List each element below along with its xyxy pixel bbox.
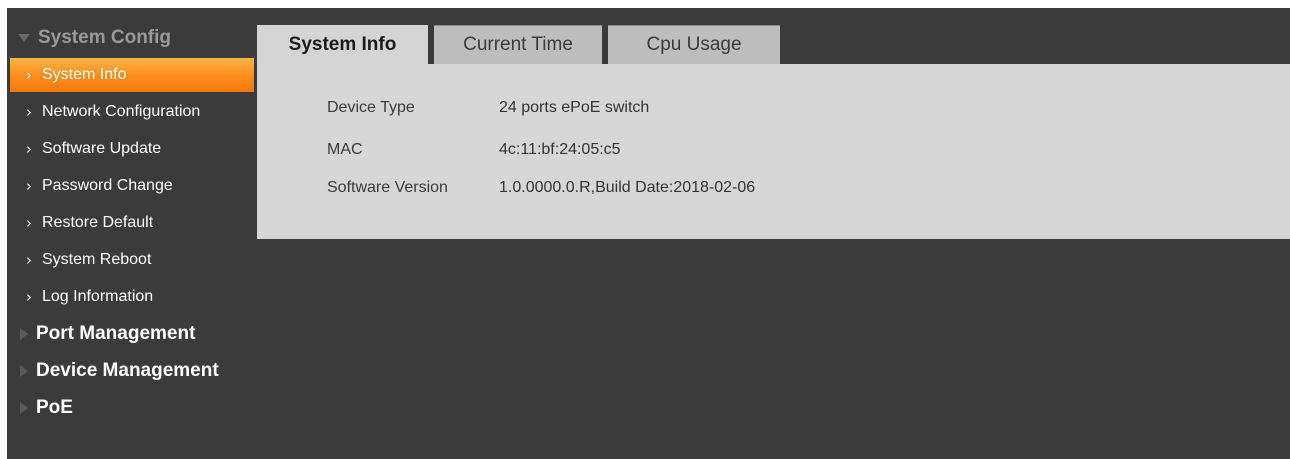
chevron-right-icon: › <box>26 139 32 158</box>
info-row-device-type: Device Type 24 ports ePoE switch <box>327 96 649 120</box>
chevron-right-icon: › <box>26 66 32 84</box>
sidebar-group-label: System Config <box>38 27 172 48</box>
device-type-value: 24 ports ePoE switch <box>499 99 650 116</box>
sidebar-item-label: Network Configuration <box>42 102 201 120</box>
sidebar-item-label: Log Information <box>42 287 154 305</box>
sidebar-item-network-configuration[interactable]: › Network Configuration <box>10 93 254 130</box>
sidebar-group-device-management[interactable]: Device Management <box>10 352 254 389</box>
device-type-label: Device Type <box>327 99 415 116</box>
chevron-right-icon: › <box>26 176 32 195</box>
tab-system-info[interactable]: System Info <box>257 25 428 64</box>
software-version-label: Software Version <box>327 179 448 196</box>
sidebar-item-software-update[interactable]: › Software Update <box>10 130 254 167</box>
sidebar-item-log-information[interactable]: › Log Information <box>10 278 254 315</box>
sidebar-item-label: Restore Default <box>42 213 154 231</box>
info-row-mac: MAC 4c:11:bf:24:05:c5 <box>327 138 621 162</box>
system-info-panel: Device Type 24 ports ePoE switch MAC 4c:… <box>257 64 1290 239</box>
tab-current-time[interactable]: Current Time <box>434 25 602 64</box>
caret-right-icon <box>20 364 28 377</box>
software-version-value: 1.0.0000.0.R,Build Date:2018-02-06 <box>499 179 756 196</box>
sidebar-group-port-management[interactable]: Port Management <box>10 315 254 352</box>
chevron-right-icon: › <box>26 102 32 121</box>
mac-label: MAC <box>327 141 363 158</box>
caret-right-icon <box>20 327 28 340</box>
sidebar-group-poe[interactable]: PoE <box>10 389 254 426</box>
caret-right-icon <box>20 401 28 414</box>
system-config-submenu: › System Info › Network Configuration › … <box>10 58 254 315</box>
sidebar-item-label: System Info <box>42 66 127 83</box>
info-row-software-version: Software Version 1.0.0000.0.R,Build Date… <box>327 176 755 200</box>
chevron-right-icon: › <box>26 250 32 269</box>
sidebar-item-restore-default[interactable]: › Restore Default <box>10 204 254 241</box>
chevron-right-icon: › <box>26 213 32 232</box>
sidebar-item-label: Password Change <box>42 176 173 194</box>
sidebar-item-system-info[interactable]: › System Info <box>10 58 254 92</box>
sidebar-group-label: PoE <box>36 396 73 418</box>
sidebar-group-system-config[interactable]: System Config <box>10 20 254 56</box>
tab-cpu-usage[interactable]: Cpu Usage <box>608 25 780 64</box>
chevron-right-icon: › <box>26 287 32 306</box>
sidebar-item-password-change[interactable]: › Password Change <box>10 167 254 204</box>
sidebar-group-label: Device Management <box>36 359 219 381</box>
caret-down-icon <box>18 34 30 42</box>
mac-value: 4c:11:bf:24:05:c5 <box>499 141 621 158</box>
sidebar-group-label: Port Management <box>36 322 196 344</box>
sidebar-item-label: Software Update <box>42 139 162 157</box>
tab-bar: System Info Current Time Cpu Usage <box>257 25 786 64</box>
sidebar-item-label: System Reboot <box>42 250 152 268</box>
sidebar-item-system-reboot[interactable]: › System Reboot <box>10 241 254 278</box>
sidebar: System Config › System Info › Network Co… <box>10 20 254 426</box>
